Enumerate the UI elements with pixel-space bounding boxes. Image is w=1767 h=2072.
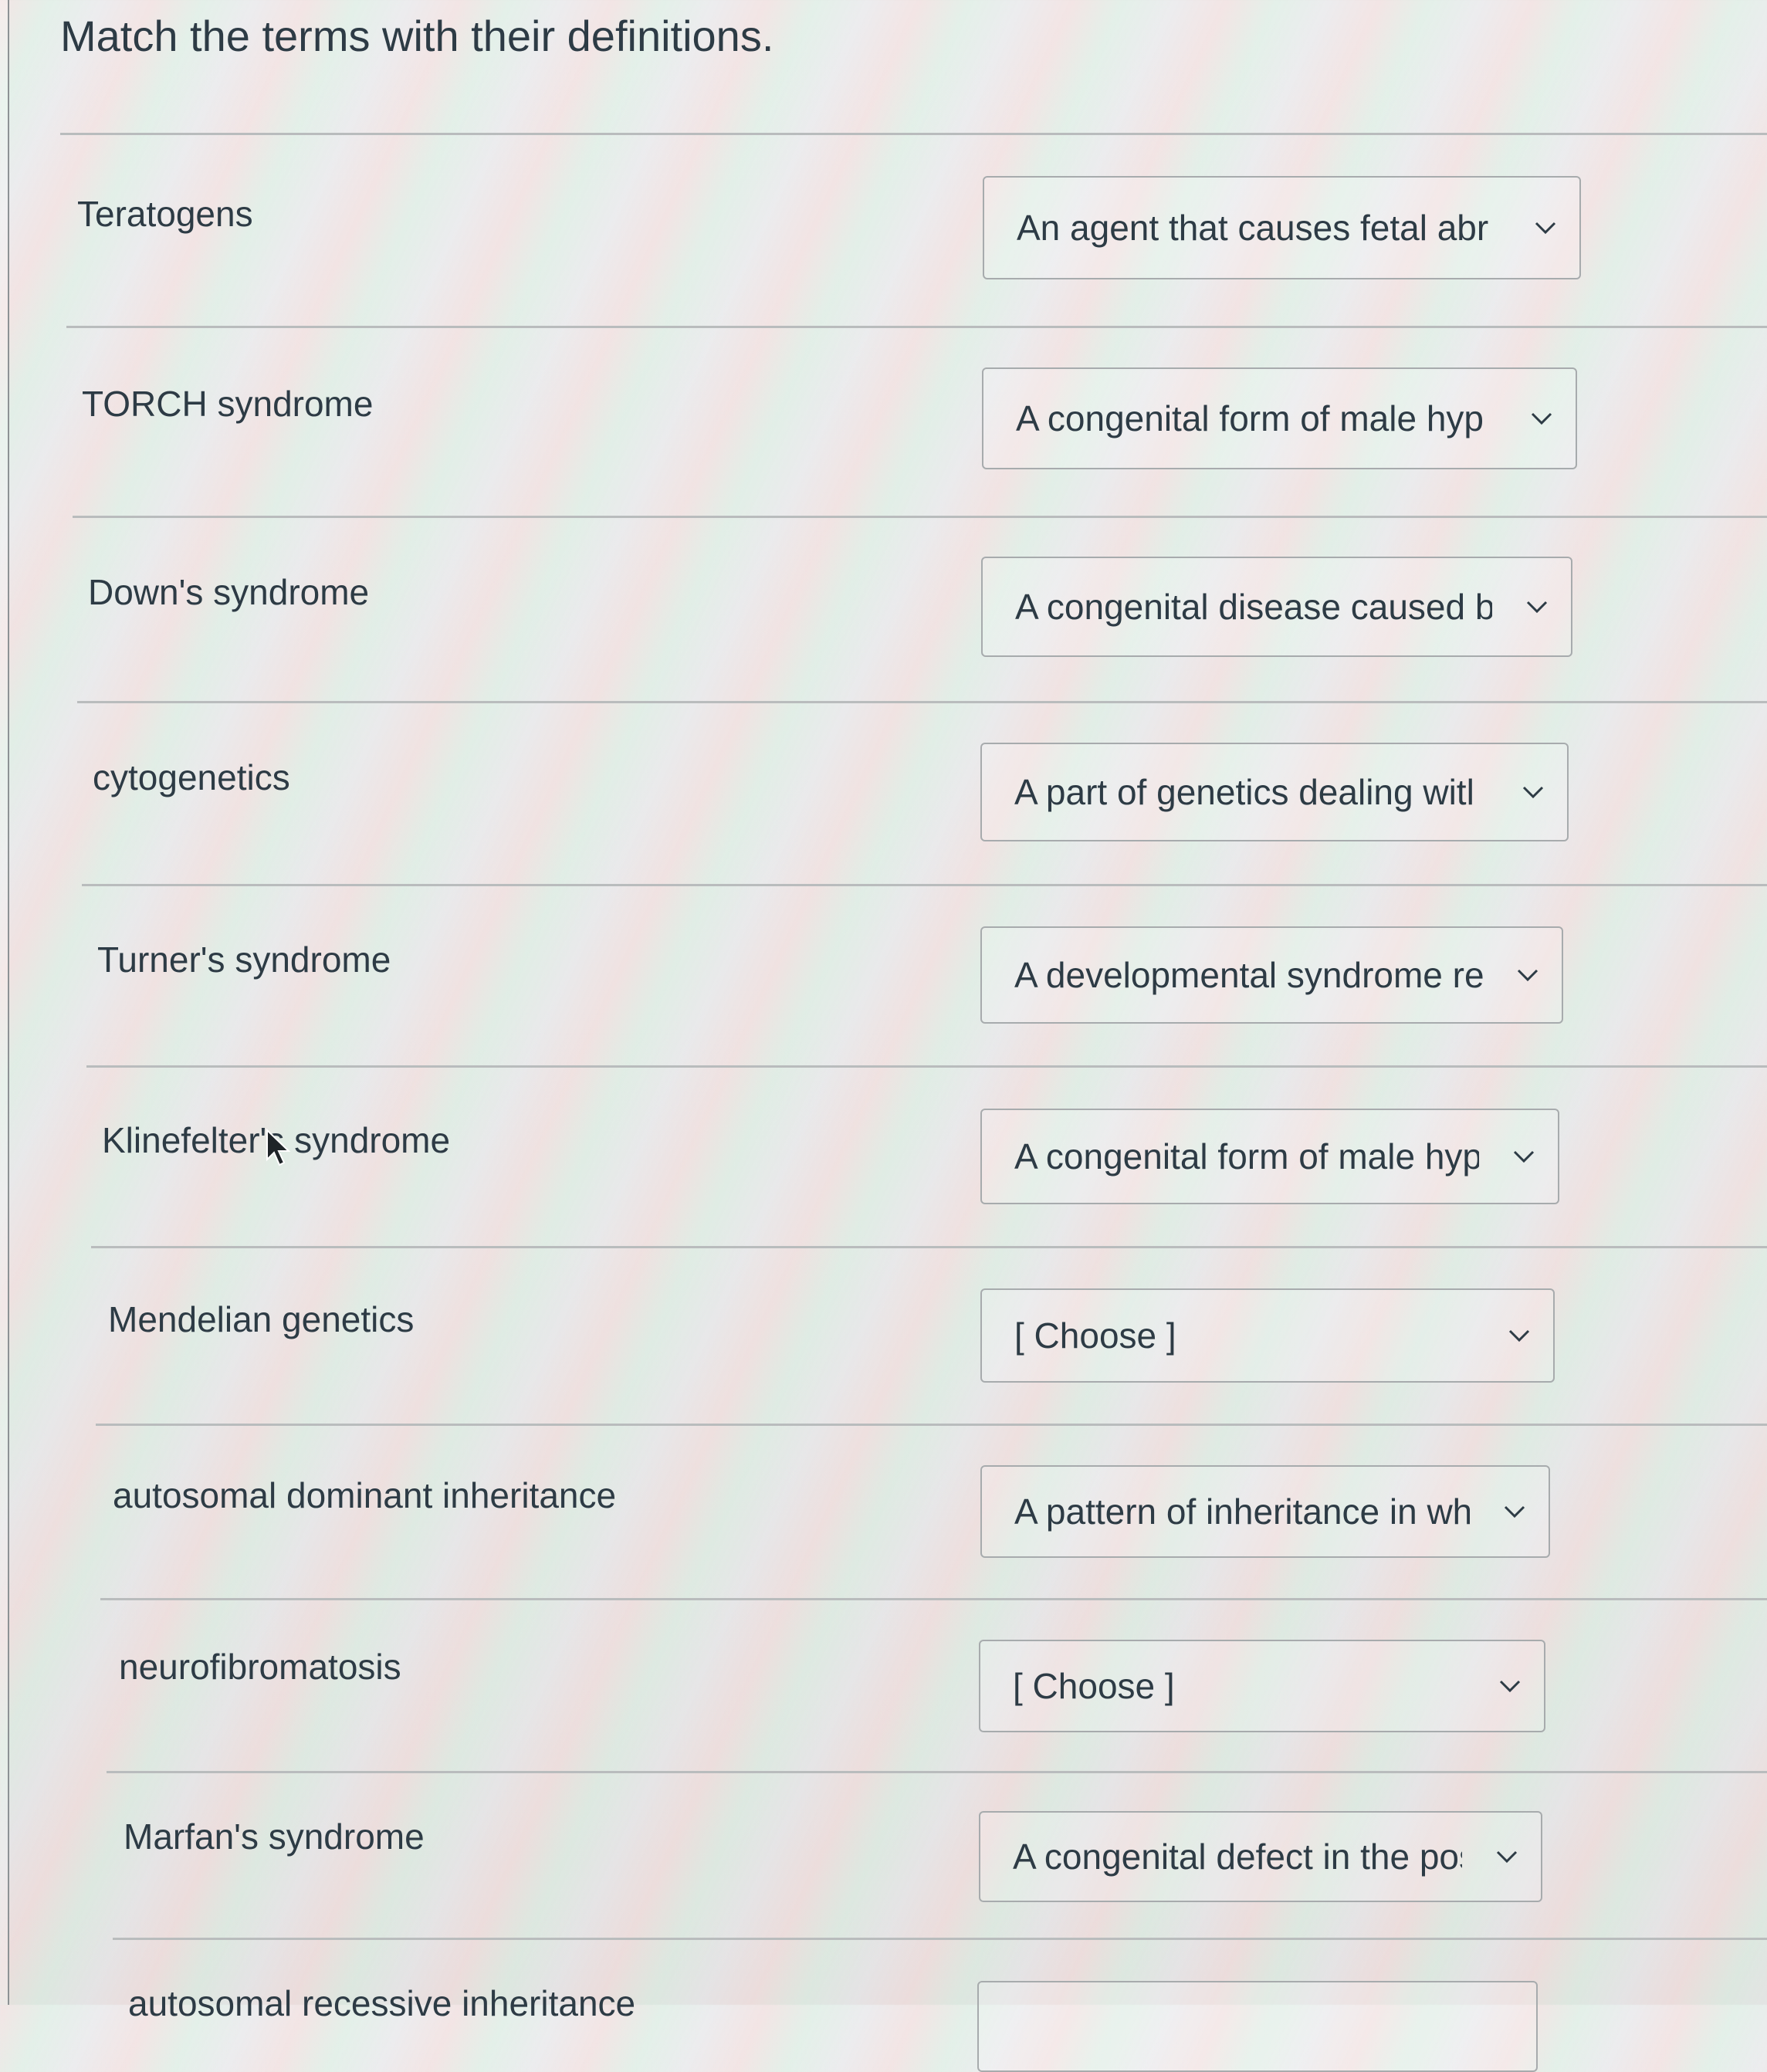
definition-select[interactable]: A congenital disease caused b [981, 557, 1572, 657]
divider [113, 1938, 1767, 1940]
definition-select[interactable]: A part of genetics dealing witl [980, 743, 1569, 841]
divider [107, 1771, 1767, 1773]
chevron-down-icon [1493, 1669, 1527, 1703]
chevron-down-icon [1528, 211, 1562, 245]
divider [77, 701, 1767, 703]
term-label: autosomal dominant inheritance [113, 1475, 617, 1515]
term-label: Down's syndrome [88, 572, 370, 612]
divider [60, 133, 1767, 135]
divider [86, 1065, 1767, 1068]
select-value: An agent that causes fetal abr [1017, 208, 1489, 248]
term-label: Mendelian genetics [108, 1299, 415, 1339]
select-value: A developmental syndrome re [1014, 955, 1483, 995]
mouse-pointer-icon [266, 1129, 291, 1166]
page-left-border [0, 0, 9, 2005]
chevron-down-icon [1498, 1495, 1532, 1529]
divider [82, 884, 1767, 886]
term-label: Turner's syndrome [97, 940, 391, 980]
chevron-down-icon [1502, 1319, 1536, 1353]
chevron-down-icon [1520, 590, 1554, 624]
term-label: Teratogens [77, 194, 253, 234]
select-value: A congenital disease caused b [1015, 587, 1492, 627]
definition-select[interactable]: A congenital defect in the pos [979, 1811, 1542, 1902]
divider [96, 1424, 1767, 1426]
select-value: A pattern of inheritance in wh [1014, 1491, 1470, 1532]
definition-select[interactable] [977, 1981, 1538, 2072]
definition-select[interactable]: A congenital form of male hyp [980, 1109, 1559, 1204]
divider [91, 1246, 1767, 1248]
question-title: Match the terms with their definitions. [60, 12, 774, 60]
definition-select[interactable]: A developmental syndrome re [980, 926, 1563, 1024]
select-value: A congenital form of male hyp [1016, 398, 1484, 438]
definition-select[interactable]: [ Choose ] [980, 1288, 1555, 1383]
term-label: autosomal recessive inheritance [128, 1983, 636, 2023]
chevron-down-icon [1525, 401, 1559, 435]
term-label: TORCH syndrome [82, 384, 374, 424]
select-value: [ Choose ] [1013, 1666, 1175, 1706]
chevron-down-icon [1490, 1840, 1524, 1874]
definition-select[interactable]: A congenital form of male hyp [982, 367, 1577, 469]
divider [100, 1598, 1767, 1600]
chevron-down-icon [1507, 1139, 1541, 1173]
chevron-down-icon [1516, 775, 1550, 809]
definition-select[interactable]: An agent that causes fetal abr [983, 176, 1581, 279]
select-value: A congenital form of male hyp [1014, 1136, 1479, 1177]
divider [73, 516, 1767, 518]
term-label: Marfan's syndrome [124, 1816, 425, 1857]
term-label: neurofibromatosis [119, 1647, 401, 1687]
divider [66, 326, 1767, 328]
chevron-down-icon [1511, 958, 1545, 992]
select-value: A congenital defect in the pos [1013, 1837, 1462, 1877]
definition-select[interactable]: A pattern of inheritance in wh [980, 1465, 1550, 1558]
definition-select[interactable]: [ Choose ] [979, 1640, 1545, 1732]
term-label: cytogenetics [93, 757, 290, 797]
select-value: A part of genetics dealing witl [1014, 772, 1474, 812]
select-value: [ Choose ] [1014, 1315, 1176, 1356]
